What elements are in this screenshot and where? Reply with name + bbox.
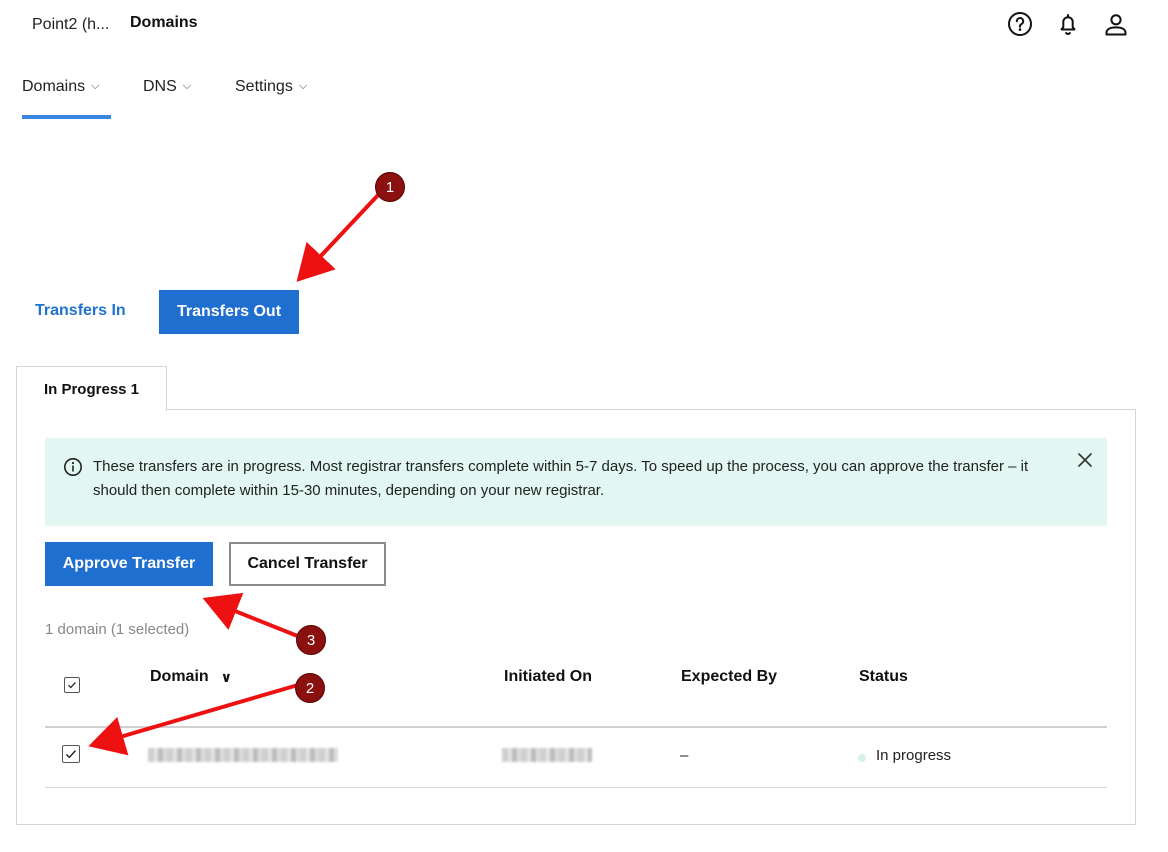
redacted-initiated-date	[502, 748, 592, 762]
status-dot-icon	[858, 754, 866, 762]
nav-domains[interactable]: Domains ⌵	[22, 78, 99, 96]
info-banner-message: These transfers are in progress. Most re…	[93, 458, 1029, 499]
select-all-checkbox[interactable]	[64, 677, 80, 693]
redacted-domain-name	[148, 748, 338, 762]
transfers-out-button[interactable]: Transfers Out	[159, 290, 299, 334]
info-icon	[63, 457, 83, 477]
column-header-status: Status	[859, 668, 908, 685]
column-header-initiated-on: Initiated On	[504, 668, 592, 685]
nav-dns[interactable]: DNS ⌵	[143, 78, 191, 96]
page-title: Domains	[130, 14, 198, 31]
help-icon[interactable]	[1006, 10, 1034, 38]
nav-dns-label: DNS	[143, 78, 177, 95]
transfers-in-button[interactable]: Transfers In	[35, 302, 126, 320]
chevron-down-icon: ⌵	[298, 79, 308, 92]
info-banner: These transfers are in progress. Most re…	[45, 438, 1107, 526]
account-switcher[interactable]: Point2 (h...	[32, 16, 109, 34]
column-header-domain[interactable]: Domain ∨	[150, 668, 232, 686]
user-icon[interactable]	[1102, 10, 1130, 38]
main-nav: Domains ⌵ DNS ⌵ Settings ⌵	[0, 70, 1168, 120]
active-nav-indicator	[22, 115, 111, 119]
chevron-down-icon: ⌵	[91, 79, 100, 92]
table-header-divider	[45, 726, 1107, 728]
tab-in-progress[interactable]: In Progress 1	[16, 366, 167, 411]
chevron-down-icon: ⌵	[182, 79, 192, 92]
nav-settings[interactable]: Settings ⌵	[235, 78, 307, 96]
annotation-badge-2: 2	[295, 673, 325, 703]
table-row-divider	[45, 787, 1107, 788]
column-header-expected-by: Expected By	[681, 668, 778, 685]
column-header-domain-label: Domain	[150, 668, 209, 685]
selection-summary: 1 domain (1 selected)	[45, 621, 190, 638]
row-checkbox[interactable]	[62, 745, 80, 763]
nav-domains-label: Domains	[22, 78, 86, 95]
approve-transfer-button[interactable]: Approve Transfer	[45, 542, 213, 586]
sort-chevron-icon: ∨	[220, 668, 233, 685]
close-icon[interactable]	[1075, 450, 1095, 470]
annotation-badge-1: 1	[375, 172, 405, 202]
arrow-1	[296, 191, 382, 282]
expected-by-value: –	[680, 747, 689, 764]
status-value: In progress	[876, 747, 952, 764]
cancel-transfer-button[interactable]: Cancel Transfer	[229, 542, 386, 586]
bell-icon[interactable]	[1054, 10, 1082, 38]
annotation-badge-3: 3	[296, 625, 326, 655]
nav-settings-label: Settings	[235, 78, 293, 95]
top-bar: Point2 (h... Domains	[0, 0, 1168, 50]
